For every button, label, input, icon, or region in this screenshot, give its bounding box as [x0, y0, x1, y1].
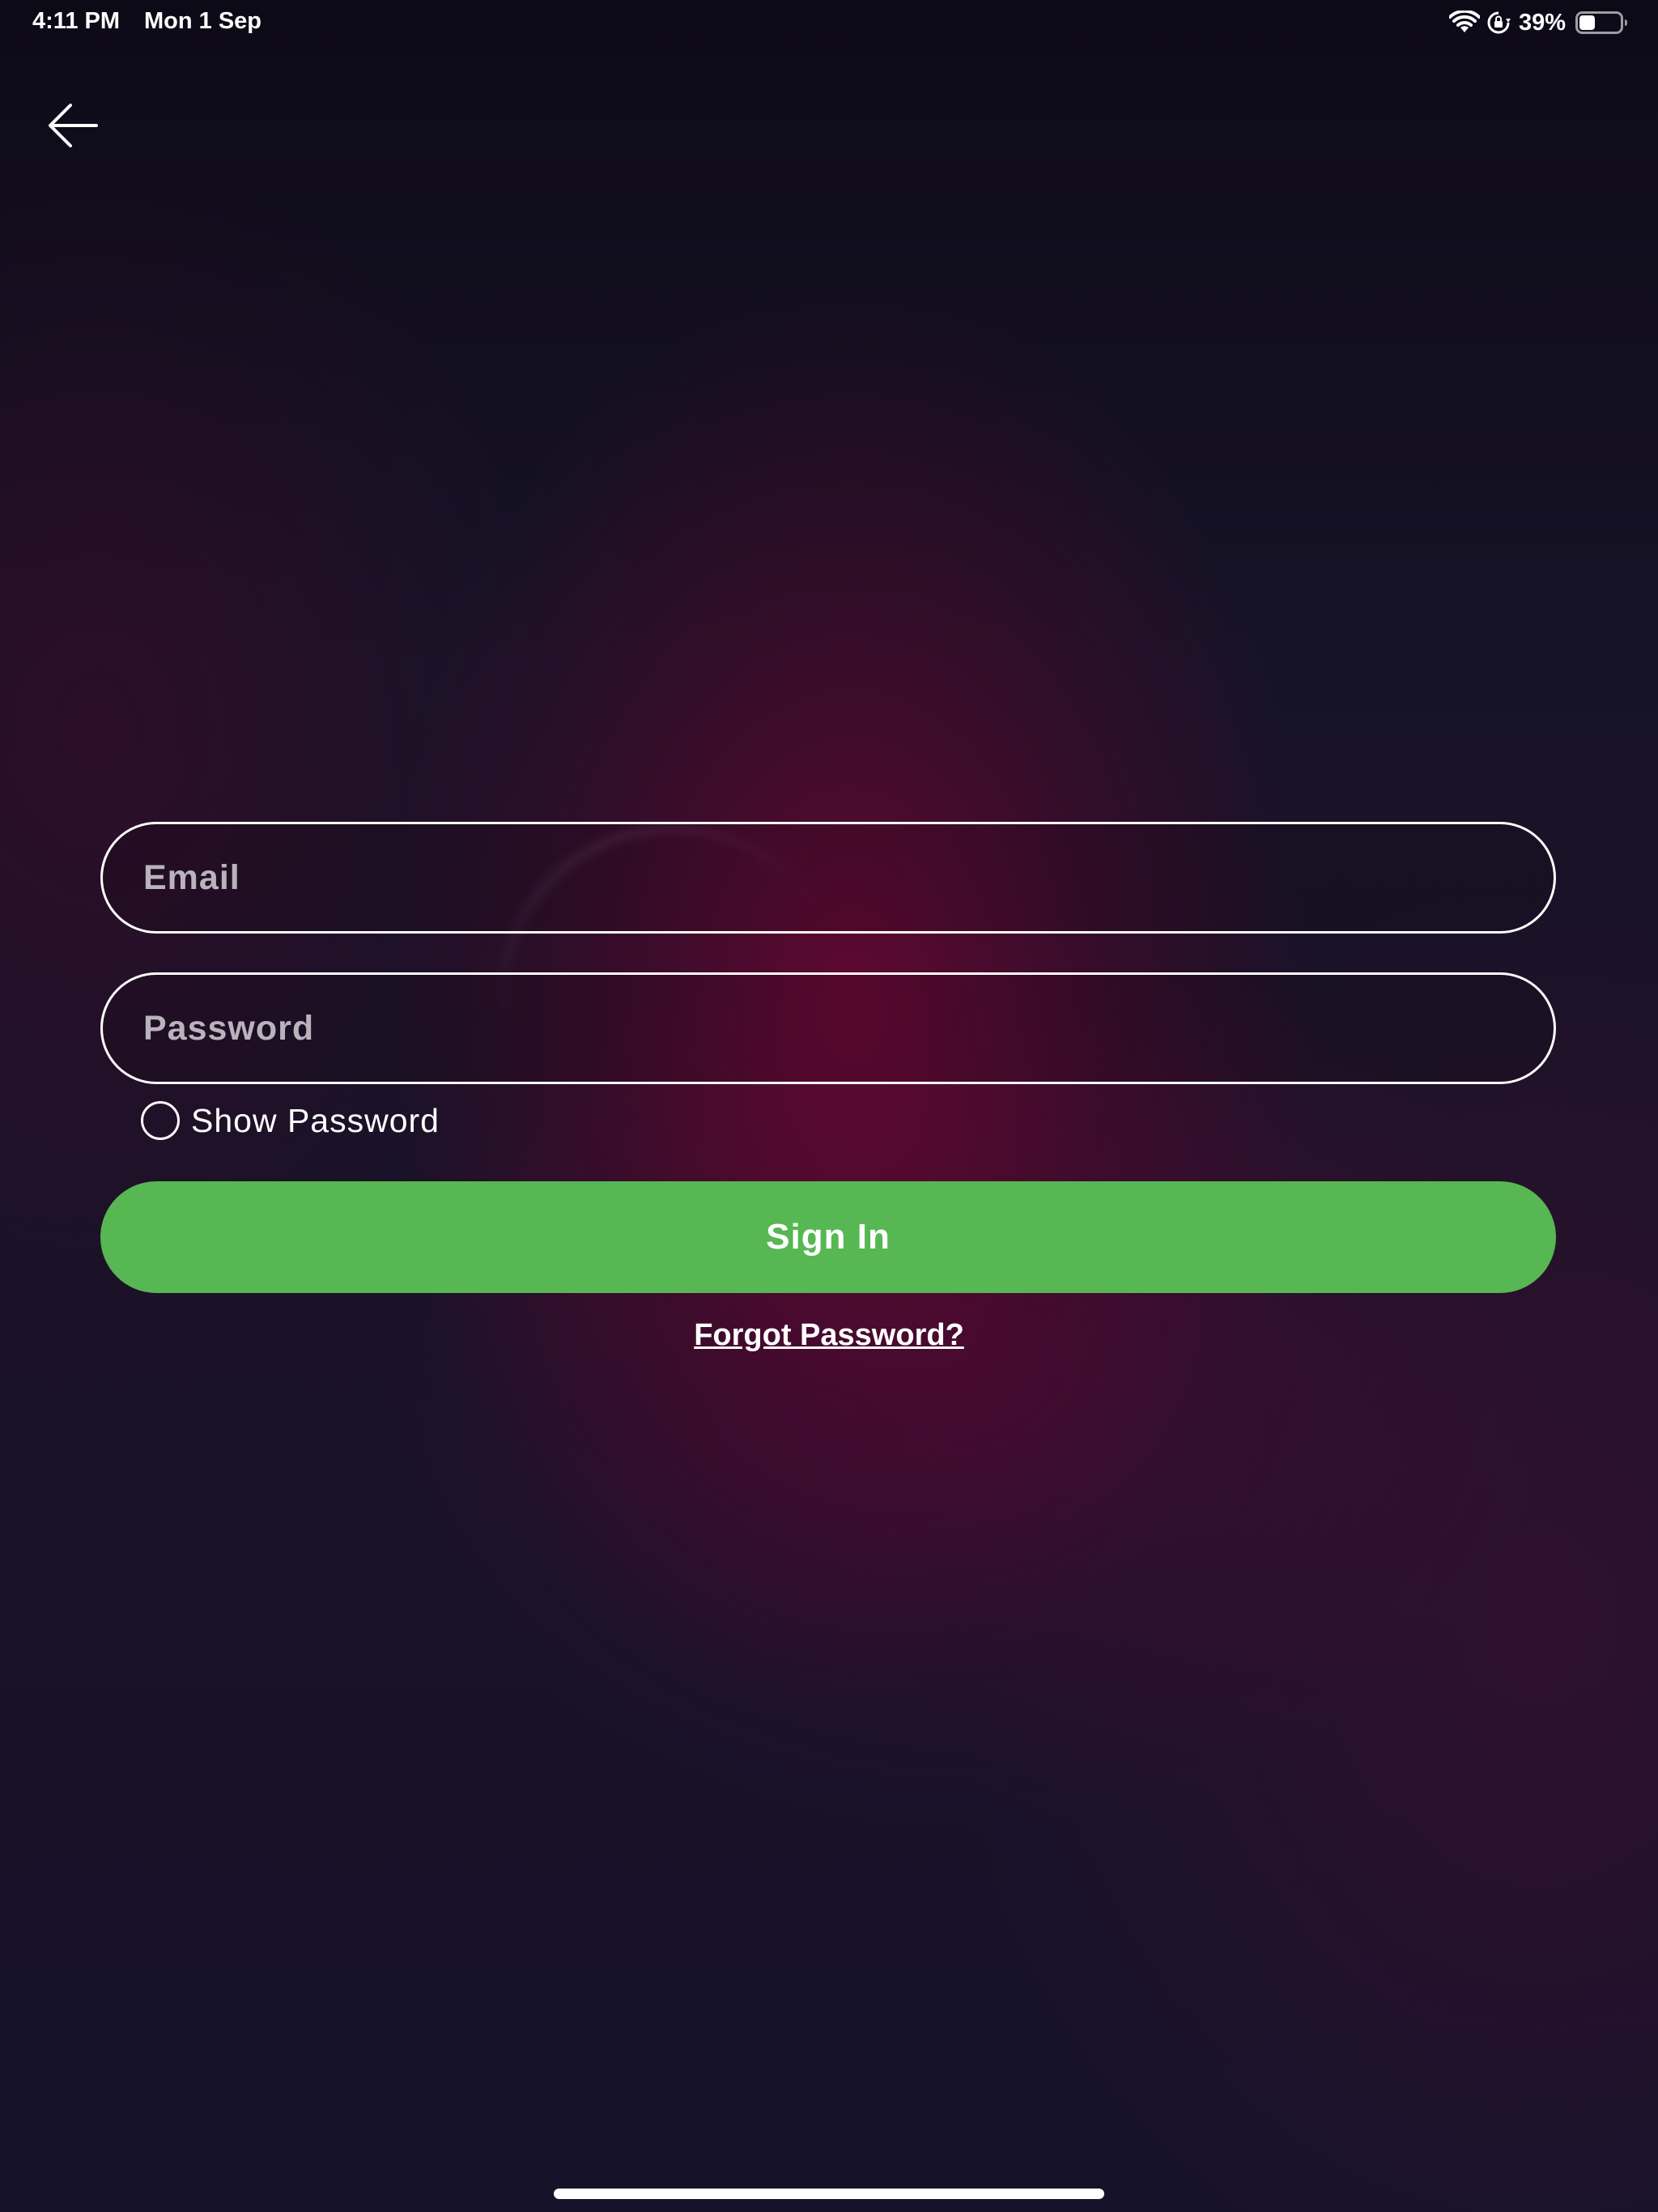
email-field[interactable]: Email [100, 822, 1556, 934]
sign-in-label: Sign In [766, 1217, 891, 1257]
show-password-radio[interactable] [141, 1101, 180, 1140]
status-indicators: 39% [1448, 6, 1629, 39]
password-field[interactable]: Password [100, 972, 1556, 1084]
show-password-label: Show Password [191, 1101, 440, 1139]
battery-icon [1575, 11, 1629, 35]
orientation-lock-icon [1486, 11, 1511, 35]
battery-percentage: 39% [1518, 9, 1566, 36]
back-button[interactable] [40, 99, 105, 155]
status-bar: 4:11 PM Mon 1 Sep 39% [0, 0, 1658, 45]
email-placeholder: Email [143, 857, 240, 897]
home-indicator[interactable] [554, 2189, 1104, 2199]
show-password-toggle[interactable]: Show Password [141, 1099, 440, 1142]
arrow-left-icon [46, 103, 100, 152]
forgot-password-link[interactable]: Forgot Password? [0, 1318, 1658, 1353]
status-date: Mon 1 Sep [144, 8, 262, 34]
wifi-icon [1448, 11, 1480, 35]
sign-in-button[interactable]: Sign In [100, 1181, 1556, 1293]
password-placeholder: Password [143, 1008, 315, 1048]
status-time: 4:11 PM [32, 8, 120, 34]
